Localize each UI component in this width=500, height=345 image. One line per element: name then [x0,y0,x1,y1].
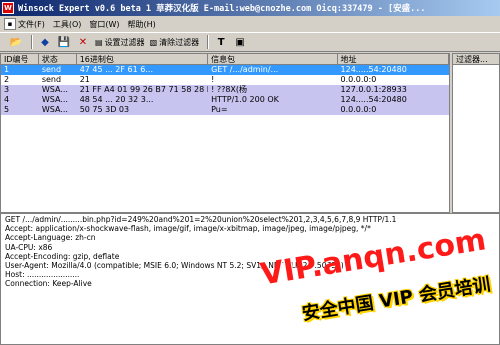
cell-status: WSA... [41,105,68,114]
window-title: Winsock Expert v0.6 beta 1 草莽汉化版 E-mail:… [18,4,426,14]
cell-status: WSA... [41,95,68,104]
app-icon: W [2,2,14,14]
menu-help[interactable]: 帮助(H) [128,19,156,30]
capture-button[interactable]: ◆ [37,34,53,50]
hex-view-button[interactable]: ▣ [232,34,248,50]
table-row[interactable]: 3 WSA... 21 FF A4 01 99 26 B7 71 58 28 B… [1,85,449,95]
packet-rows: 1 send 47 45 ... 2F 61 6... GET /.../adm… [1,65,449,115]
cell-status: send [41,75,62,84]
column-header-hex[interactable]: 16进制包 [77,54,209,64]
menu-tools[interactable]: 工具(O) [53,19,82,30]
file-menu-icon: ▪ [4,18,16,30]
clear-filter-button[interactable]: ▧ 清除过滤器 [149,34,201,50]
menu-file-label: 文件(F) [18,19,45,29]
menu-file[interactable]: ▪ 文件(F) [4,18,45,30]
filter-panel-header: 过滤器... [453,54,499,65]
folder-open-icon: 📂 [9,36,23,48]
request-line: Host: ...................... [5,270,80,280]
cell-status: send [41,65,62,74]
request-line: GET /.../admin/.........bin.php?id=249%2… [5,215,397,224]
column-header-info[interactable]: 信息包 [208,54,338,64]
toolbar-separator [31,35,33,49]
toolbar: 📂 ◆ 💾 ✕ ▤ 设置过滤器 ▧ 清除过滤器 T ▣ [0,32,500,52]
save-icon: 💾 [57,36,71,48]
hex-view-icon: ▣ [235,36,245,48]
filter-panel[interactable]: 过滤器... [452,53,500,213]
cell-hex: 21 FF A4 01 99 26 B7 71 58 28 B... [79,85,209,94]
column-header-status[interactable]: 状态 [39,54,77,64]
open-button[interactable]: 📂 [8,34,24,50]
menu-bar: ▪ 文件(F) 工具(O) 窗口(W) 帮助(H) [0,16,500,32]
cell-id: 5 [4,105,10,114]
clear-filter-label: 清除过滤器 [159,37,200,47]
cell-info: ! [211,75,215,84]
menu-window[interactable]: 窗口(W) [89,19,119,30]
cell-id: 2 [4,75,10,84]
packet-list-header: ID编号 状态 16进制包 信息包 地址 [1,54,449,65]
cell-address: 124.....54:20480 [340,95,407,104]
column-header-address[interactable]: 地址 [338,54,449,64]
cell-id: 4 [4,95,10,104]
cell-hex: 50 75 3D 03 [79,105,130,114]
table-row[interactable]: 5 WSA... 50 75 3D 03 Pu= 0.0.0.0:0 [1,105,449,115]
set-filter-button[interactable]: ▤ 设置过滤器 [94,34,146,50]
cell-address: 124.....54:20480 [340,65,407,74]
cell-info: HTTP/1.0 200 OK [211,95,279,104]
filter-icon: ▤ [95,37,103,47]
cell-address: 0.0.0.0:0 [340,75,377,84]
column-header-id[interactable]: ID编号 [1,54,39,64]
cell-address: 127.0.0.1:28933 [340,85,407,94]
title-bar: W Winsock Expert v0.6 beta 1 草莽汉化版 E-mai… [0,0,500,16]
toolbar-separator [207,35,210,49]
close-icon: ✕ [78,36,88,48]
cell-id: 1 [4,65,10,74]
table-row[interactable]: 1 send 47 45 ... 2F 61 6... GET /.../adm… [1,65,449,75]
diamond-icon: ◆ [41,36,49,48]
cell-hex: 47 45 ... 2F 61 6... [79,65,153,74]
set-filter-label: 设置过滤器 [104,37,145,47]
text-view-button[interactable]: T [213,34,229,50]
packet-list[interactable]: ID编号 状态 16进制包 信息包 地址 1 send 47 45 ... 2F… [0,53,450,213]
table-row[interactable]: 4 WSA... 48 54 ... 20 32 3... HTTP/1.0 2… [1,95,449,105]
cell-hex: 48 54 ... 20 32 3... [79,95,154,104]
cell-address: 0.0.0.0:0 [340,105,377,114]
clear-filter-icon: ▧ [149,37,158,47]
cell-info: ! ??8X(杨 [211,85,248,94]
cell-status: WSA... [41,85,68,94]
menu-help-label: 帮助(H) [127,19,156,29]
cell-info: GET /.../admin/... [211,65,279,74]
save-button[interactable]: 💾 [56,34,72,50]
cell-id: 3 [4,85,10,94]
cell-info: Pu= [211,105,228,114]
cell-hex: 21 [79,75,90,84]
menu-window-label: 窗口(W) [89,19,120,29]
table-row[interactable]: 2 send 21 ! 0.0.0.0:0 [1,75,449,85]
menu-tools-label: 工具(O) [52,19,82,29]
text-icon: T [217,36,225,48]
clear-button[interactable]: ✕ [75,34,91,50]
